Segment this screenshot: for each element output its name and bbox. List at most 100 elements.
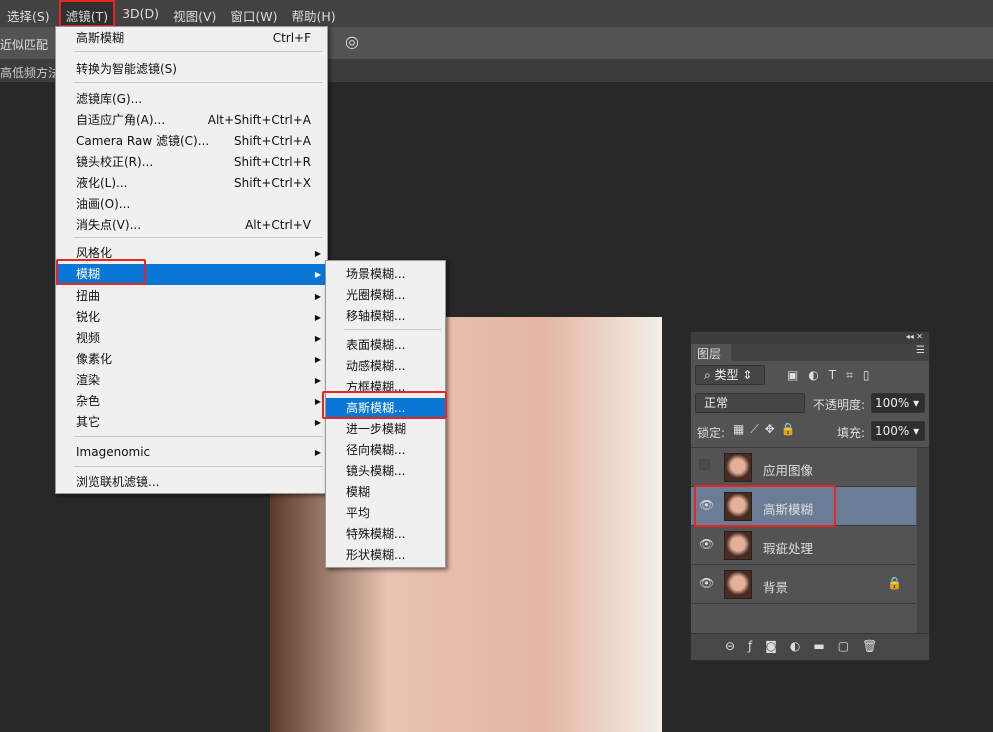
menu-item-label: 其它 <box>76 415 100 429</box>
filter-menu-item[interactable]: 浏览联机滤镜... <box>56 472 327 493</box>
menu-item-shortcut: Alt+Shift+Ctrl+A <box>208 110 311 131</box>
filter-type-icons[interactable]: ▣◐T⌗▯ <box>787 368 880 383</box>
tab-layers[interactable]: 图层 <box>691 344 731 361</box>
submenu-arrow-icon: ▶ <box>315 264 321 285</box>
eye-icon[interactable]: 👁 <box>699 537 714 551</box>
filter-menu-item[interactable]: 油画(O)... <box>56 194 327 215</box>
layer-thumbnail <box>724 531 752 560</box>
blend-mode-value: 正常 <box>704 396 728 410</box>
blur-submenu-item[interactable]: 光圈模糊... <box>326 285 445 306</box>
menu-item-label: 浏览联机滤镜... <box>76 475 159 489</box>
menu-item-shortcut: Shift+Ctrl+R <box>234 152 311 173</box>
filter-menu-item[interactable]: 扭曲▶ <box>56 286 327 307</box>
menu-separator <box>74 237 323 238</box>
menu-item-label: Camera Raw 滤镜(C)... <box>76 134 209 148</box>
menu-separator <box>74 466 323 467</box>
blur-submenu-item[interactable]: 形状模糊... <box>326 545 445 566</box>
fill-value: 100% <box>875 424 909 438</box>
layer-thumbnail <box>724 570 752 599</box>
menu-filter[interactable]: 滤镜(T) <box>59 0 115 27</box>
lock-icon: 🔒 <box>887 576 902 590</box>
filter-menu-item[interactable]: 转换为智能滤镜(S) <box>56 59 327 80</box>
blur-submenu-item[interactable]: 进一步模糊 <box>326 419 445 440</box>
blur-submenu-item[interactable]: 表面模糊... <box>326 335 445 356</box>
menu-item-shortcut: Ctrl+F <box>273 28 311 49</box>
lock-label: 锁定: <box>697 424 725 441</box>
menu-item-label: 油画(O)... <box>76 197 130 211</box>
menu-item-label: 转换为智能滤镜(S) <box>76 62 177 76</box>
submenu-arrow-icon: ▶ <box>315 391 321 412</box>
submenu-arrow-icon: ▶ <box>315 412 321 433</box>
blur-submenu-item[interactable]: 模糊 <box>326 482 445 503</box>
highlight-box <box>694 485 836 527</box>
blur-submenu-item[interactable]: 场景模糊... <box>326 264 445 285</box>
brush-pressure-icon[interactable]: ◎ <box>345 32 359 51</box>
blur-submenu-item[interactable]: 镜头模糊... <box>326 461 445 482</box>
filter-menu-item[interactable]: 高斯模糊Ctrl+F <box>56 28 327 49</box>
menu-item-label: 视频 <box>76 331 100 345</box>
filter-menu-item[interactable]: 滤镜库(G)... <box>56 89 327 110</box>
submenu-arrow-icon: ▶ <box>315 442 321 463</box>
blur-submenu-item[interactable]: 移轴模糊... <box>326 306 445 327</box>
visibility-toggle[interactable] <box>699 459 710 473</box>
eye-icon[interactable]: 👁 <box>699 576 714 590</box>
filter-menu-item[interactable]: 渲染 ▶ <box>56 370 327 391</box>
filter-menu-item[interactable]: 自适应广角(A)... Alt+Shift+Ctrl+A <box>56 110 327 131</box>
layer-row[interactable]: 👁瑕疵处理 <box>691 526 916 565</box>
lock-icons[interactable]: ▦⟋✥🔒 <box>733 422 802 437</box>
filter-menu-item[interactable]: 其它 ▶ <box>56 412 327 433</box>
menu-bar: 选择(S) 滤镜(T) 3D(D) 视图(V) 窗口(W) 帮助(H) <box>0 0 993 27</box>
menu-item-label: 滤镜库(G)... <box>76 92 142 106</box>
menu-help[interactable]: 帮助(H) <box>285 0 343 27</box>
opacity-input[interactable]: 100% ▾ <box>871 393 925 413</box>
blur-submenu-item[interactable]: 平均 <box>326 503 445 524</box>
menu-window[interactable]: 窗口(W) <box>223 0 284 27</box>
approximate-match-option[interactable]: 近似匹配 <box>0 36 48 53</box>
document-tab[interactable]: 高低频方法 <box>0 64 60 81</box>
blend-mode-select[interactable]: 正常 <box>695 393 805 413</box>
filter-menu-item[interactable]: 液化(L)... Shift+Ctrl+X <box>56 173 327 194</box>
filter-menu-item[interactable]: 消失点(V)...Alt+Ctrl+V <box>56 215 327 236</box>
filter-menu-item[interactable]: 镜头校正(R)... Shift+Ctrl+R <box>56 152 327 173</box>
opacity-label: 不透明度: <box>813 396 865 413</box>
blur-submenu-item[interactable]: 动感模糊... <box>326 356 445 377</box>
filter-menu-item[interactable]: Imagenomic▶ <box>56 442 327 463</box>
fill-label: 填充: <box>837 424 865 441</box>
menu-item-label: 自适应广角(A)... <box>76 113 165 127</box>
filter-menu-item[interactable]: 杂色 ▶ <box>56 391 327 412</box>
menu-3d[interactable]: 3D(D) <box>115 0 166 27</box>
menu-view[interactable]: 视图(V) <box>166 0 223 27</box>
menu-item-shortcut: Alt+Ctrl+V <box>245 215 311 236</box>
menu-item-label: 液化(L)... <box>76 176 128 190</box>
menu-separator <box>74 436 323 437</box>
collapse-close-icon[interactable]: ◂◂ ✕ <box>691 332 929 344</box>
filter-menu-item[interactable]: Camera Raw 滤镜(C)... Shift+Ctrl+A <box>56 131 327 152</box>
layer-row[interactable]: 应用图像 <box>691 448 916 487</box>
filter-menu-item[interactable]: 锐化▶ <box>56 307 327 328</box>
submenu-arrow-icon: ▶ <box>315 370 321 391</box>
filter-menu-item[interactable]: 视频▶ <box>56 328 327 349</box>
blur-submenu-item[interactable]: 径向模糊... <box>326 440 445 461</box>
layer-row[interactable]: 👁背景🔒 <box>691 565 916 604</box>
layers-footer-buttons[interactable]: ⊖ƒ◙◐▬▢🗑 <box>691 633 929 660</box>
menu-item-shortcut: Shift+Ctrl+X <box>234 173 311 194</box>
opacity-value: 100% <box>875 396 909 410</box>
panel-menu-icon[interactable]: ☰ <box>916 345 925 356</box>
submenu-arrow-icon: ▶ <box>315 349 321 370</box>
layers-scrollbar[interactable] <box>917 448 929 633</box>
menu-select[interactable]: 选择(S) <box>0 0 57 27</box>
menu-item-label: 杂色 <box>76 394 100 408</box>
blur-submenu-item[interactable]: 特殊模糊... <box>326 524 445 545</box>
layer-filter-value: 类型 <box>715 368 739 382</box>
filter-menu-item[interactable]: 像素化▶ <box>56 349 327 370</box>
layer-filter-select[interactable]: ⌕ 类型 ⇕ <box>695 365 765 385</box>
layer-thumbnail <box>724 453 752 482</box>
layer-name: 应用图像 <box>763 460 813 479</box>
submenu-arrow-icon: ▶ <box>315 286 321 307</box>
highlight-box <box>322 391 447 419</box>
menu-item-shortcut: Shift+Ctrl+A <box>234 131 311 152</box>
menu-item-label: 镜头校正(R)... <box>76 155 153 169</box>
fill-input[interactable]: 100% ▾ <box>871 421 925 441</box>
menu-item-label: 渲染 <box>76 373 100 387</box>
submenu-arrow-icon: ▶ <box>315 243 321 264</box>
